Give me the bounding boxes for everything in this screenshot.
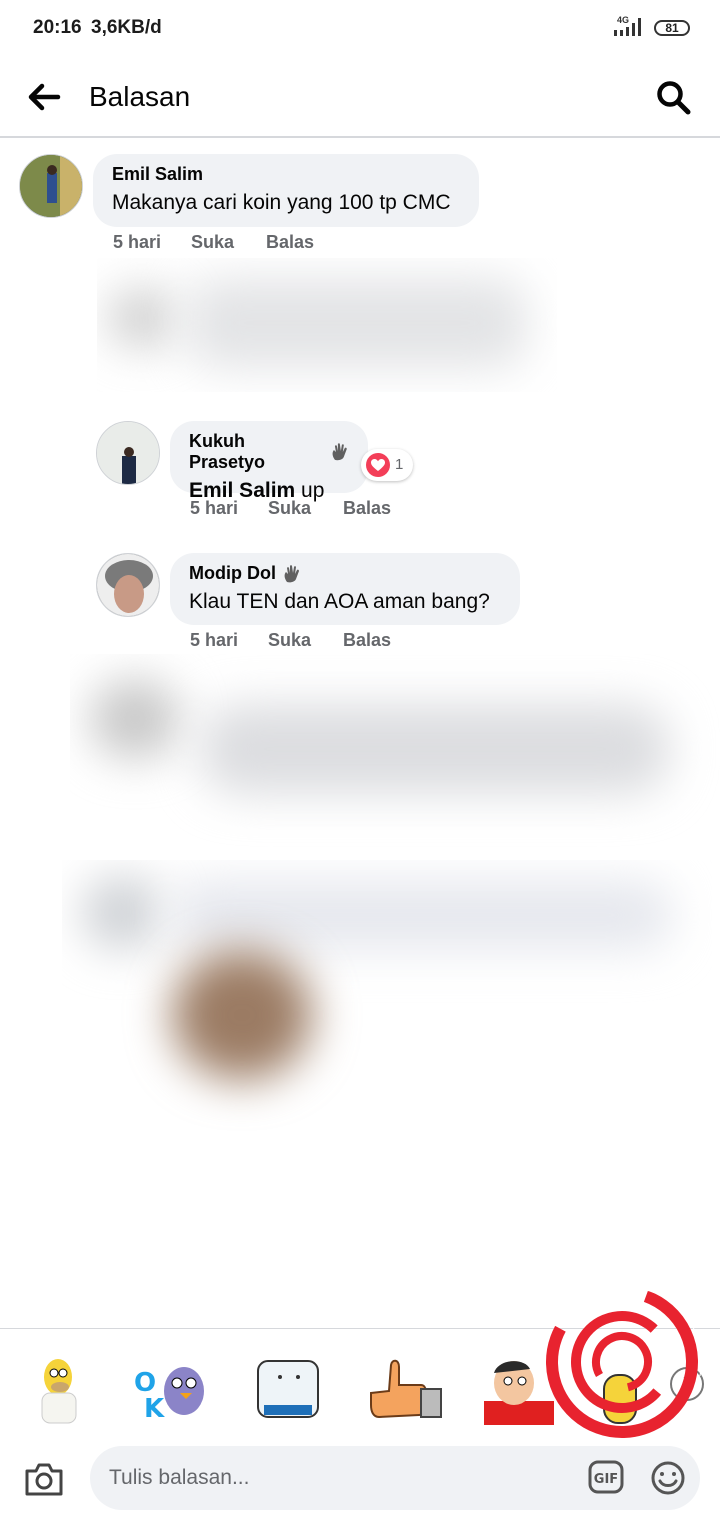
reply-placeholder: Tulis balasan... <box>109 1466 250 1489</box>
svg-text:K: K <box>144 1394 165 1424</box>
avatar[interactable] <box>96 553 160 617</box>
comment-time: 5 hari <box>190 498 239 518</box>
network-speed: 3,6KB/d <box>91 17 162 38</box>
status-bar: 20:16 3,6KB/d 4G 81 <box>0 0 720 58</box>
app-header: Balasan <box>0 58 720 138</box>
comment-actions: 5 hari Suka Balas <box>113 232 314 253</box>
gif-label: GIF <box>594 1472 618 1487</box>
camera-icon[interactable] <box>24 1461 64 1497</box>
avatar-photo <box>20 155 82 217</box>
like-button[interactable]: Suka <box>268 630 343 651</box>
emoji-icon[interactable] <box>650 1460 686 1496</box>
comment-author[interactable]: Emil Salim <box>112 164 461 185</box>
watermark-logo <box>546 1286 702 1438</box>
blurred-comment <box>97 258 557 392</box>
comment-author-row: Modip Dol <box>189 563 502 584</box>
comment-bubble: Emil Salim Makanya cari koin yang 100 tp… <box>93 154 479 227</box>
comment-time: 5 hari <box>190 630 239 650</box>
avatar[interactable] <box>19 154 83 218</box>
avatar-photo <box>97 422 159 484</box>
comment-bubble: Modip Dol Klau TEN dan AOA aman bang? <box>170 553 520 625</box>
comment-author[interactable]: Modip Dol <box>189 563 276 584</box>
comment-actions: 5 hari Suka Balas <box>190 498 391 519</box>
comment-bubble: Kukuh Prasetyo Emil Salim up <box>170 421 368 502</box>
reaction-count: 1 <box>395 456 404 473</box>
reply-input[interactable]: Tulis balasan... GIF <box>90 1446 700 1510</box>
gif-icon[interactable]: GIF <box>588 1460 624 1494</box>
comment-actions: 5 hari Suka Balas <box>190 630 391 651</box>
sticker-homer[interactable] <box>20 1355 100 1425</box>
wave-icon <box>332 443 348 461</box>
like-button[interactable]: Suka <box>191 232 266 253</box>
wave-icon <box>284 564 299 582</box>
reaction-badge[interactable]: 1 <box>361 449 413 481</box>
sticker-ok-bird[interactable]: O K <box>130 1355 210 1425</box>
signal-icon <box>614 18 641 36</box>
reply-button[interactable]: Balas <box>343 630 391 651</box>
battery-icon: 81 <box>654 20 690 36</box>
like-button[interactable]: Suka <box>268 498 343 519</box>
status-time: 20:16 <box>33 17 82 38</box>
comment-author-row: Kukuh Prasetyo <box>189 431 350 473</box>
sticker-thumbs-up[interactable] <box>365 1355 445 1425</box>
comment-author[interactable]: Kukuh Prasetyo <box>189 431 324 473</box>
avatar-photo <box>97 554 159 616</box>
back-arrow-icon[interactable] <box>27 82 61 112</box>
reply-button[interactable]: Balas <box>343 498 391 519</box>
avatar[interactable] <box>96 421 160 485</box>
comment-text: Makanya cari koin yang 100 tp CMC <box>112 191 451 214</box>
comment-text: Klau TEN dan AOA aman bang? <box>189 590 490 613</box>
blurred-comment <box>70 654 720 858</box>
reply-button[interactable]: Balas <box>266 232 314 253</box>
comment-time: 5 hari <box>113 232 162 252</box>
search-icon[interactable] <box>655 79 693 117</box>
blurred-comment <box>62 860 712 1150</box>
page-title: Balasan <box>89 81 191 112</box>
heart-reaction-icon <box>366 453 390 477</box>
sticker-tissue[interactable] <box>250 1355 330 1425</box>
